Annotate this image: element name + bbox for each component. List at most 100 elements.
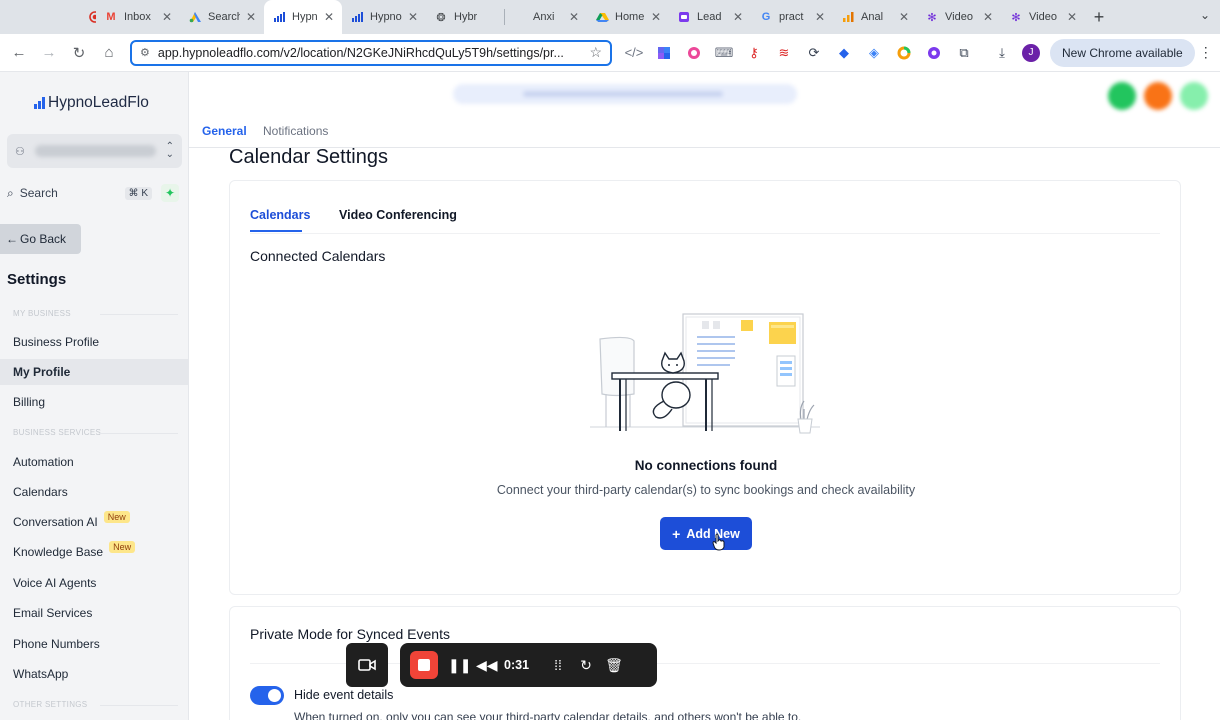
go-back-button[interactable]: ← Go Back [0, 224, 81, 254]
browser-tab-hypno-active[interactable]: Hypno ✕ [264, 0, 342, 34]
header-avatars [1108, 82, 1208, 110]
sidebar-item-automation[interactable]: Automation [0, 449, 189, 475]
close-icon[interactable]: ✕ [983, 10, 993, 24]
search-icon: ⌕ [7, 185, 14, 200]
close-icon[interactable]: ✕ [733, 10, 743, 24]
grid-dots-icon[interactable]: ⁞⁞ [549, 657, 567, 673]
browser-tab-inbox[interactable]: M Inbox ✕ [96, 0, 180, 34]
url-text: app.hypnoleadflo.com/v2/location/N2GKeJN… [157, 45, 564, 60]
sidebar-item-label: Phone Numbers [13, 637, 100, 651]
toggle-label: Hide event details [294, 688, 394, 702]
keyboard-extension-icon[interactable]: ⌨ [714, 43, 734, 63]
screen: M Inbox ✕ Search ✕ Hypno ✕ Hypno ✕ ❂ Hyb… [0, 0, 1220, 720]
sidebar-item-business-profile[interactable]: Business Profile [0, 329, 189, 355]
new-tab-button[interactable]: + [1085, 7, 1113, 28]
layers-extension-icon[interactable]: ≋ [774, 43, 794, 63]
browser-tab-search[interactable]: Search ✕ [180, 0, 264, 34]
browser-tab-anxi[interactable]: Anxi ✕ [505, 0, 587, 34]
home-icon[interactable]: ⌂ [94, 44, 124, 61]
close-icon[interactable]: ✕ [651, 10, 661, 24]
google-drive-icon [595, 10, 609, 24]
sidebar-item-whatsapp[interactable]: WhatsApp [0, 661, 189, 687]
header-avatar[interactable] [1180, 82, 1208, 110]
gear-flower-icon: ✻ [927, 11, 937, 24]
browser-tab-hybr[interactable]: ❂ Hybr [426, 0, 504, 34]
color-extension-icon[interactable] [654, 43, 674, 63]
ticket-extension-icon[interactable]: ◈ [864, 43, 884, 63]
circle-extension-icon[interactable] [924, 43, 944, 63]
search-label: Search [19, 186, 58, 200]
browser-tab-home[interactable]: Home ✕ [587, 0, 669, 34]
tabs-divider [250, 233, 1160, 234]
puzzle-extensions-icon[interactable]: ⧉ [954, 43, 974, 63]
sidebar-item-label: Knowledge Base [13, 545, 104, 559]
recorder-camera-button[interactable] [346, 643, 388, 687]
browser-tab-video-1[interactable]: ✻ Video ✕ [917, 0, 1001, 34]
tab-calendars[interactable]: Calendars [250, 208, 310, 222]
tab-video-conferencing[interactable]: Video Conferencing [339, 208, 457, 222]
close-icon[interactable]: ✕ [569, 10, 579, 24]
profile-avatar[interactable]: J [1022, 43, 1040, 62]
pause-icon[interactable]: ❚❚ [448, 657, 471, 674]
browser-tab-hypno[interactable]: Hypno ✕ [342, 0, 426, 34]
tab-label: Search [208, 11, 240, 23]
browser-tab-lead[interactable]: Lead ✕ [669, 0, 751, 34]
sidebar: HypnoLeadFlo ⚇ ⌃ ⌄ ⌕ Search ⌘ K ✦ ← Go Ba… [0, 72, 189, 720]
camera-extension-icon[interactable] [684, 43, 704, 63]
close-icon[interactable]: ✕ [899, 10, 909, 24]
tab-general[interactable]: General [202, 124, 247, 138]
download-icon[interactable]: ⤓ [992, 43, 1012, 63]
extension-icons: </> ⌨ ⚷ ≋ ⟳ ◆ ◈ ⧉ ⤓ J [624, 43, 1040, 63]
close-icon[interactable]: ✕ [408, 10, 418, 24]
logo-bars-icon [34, 97, 45, 109]
location-switcher[interactable]: ⚇ ⌃ ⌄ [7, 134, 182, 168]
tab-search-button[interactable]: ⌄ [1200, 8, 1210, 22]
sync-extension-icon[interactable]: ⟳ [804, 43, 824, 63]
close-icon[interactable]: ✕ [246, 10, 256, 24]
add-new-button[interactable]: + Add New [660, 517, 752, 550]
close-icon[interactable]: ✕ [815, 10, 825, 24]
header-avatar[interactable] [1108, 82, 1136, 110]
close-icon[interactable]: ✕ [324, 10, 334, 24]
tab-notifications[interactable]: Notifications [263, 124, 328, 138]
sidebar-item-my-profile[interactable]: My Profile [0, 359, 189, 385]
chrome-menu-icon[interactable]: ⋮ [1199, 44, 1213, 61]
site-info-icon[interactable]: ⚙ [140, 46, 150, 59]
location-name-blurred [34, 145, 156, 157]
bookmark-star-icon[interactable]: ☆ [589, 44, 602, 61]
browser-tab-anal[interactable]: Anal ✕ [833, 0, 917, 34]
sidebar-item-email-services[interactable]: Email Services [0, 600, 189, 626]
key-extension-icon[interactable]: ⚷ [744, 43, 764, 63]
sidebar-item-voice-ai-agents[interactable]: Voice AI Agents [0, 570, 189, 596]
browser-tab-record[interactable] [0, 0, 96, 34]
ring-extension-icon[interactable] [894, 43, 914, 63]
address-bar[interactable]: ⚙ app.hypnoleadflo.com/v2/location/N2GKe… [130, 39, 612, 66]
tag-extension-icon[interactable]: ◆ [834, 43, 854, 63]
restart-icon[interactable]: ↻ [577, 657, 595, 674]
browser-tab-video-2[interactable]: ✻ Video ✕ [1001, 0, 1085, 34]
back-arrow-icon[interactable]: ← [4, 44, 34, 61]
sidebar-item-phone-numbers[interactable]: Phone Numbers [0, 631, 189, 657]
reload-icon[interactable]: ↻ [64, 44, 94, 62]
forward-arrow-icon[interactable]: → [34, 44, 64, 61]
logo[interactable]: HypnoLeadFlo [34, 94, 149, 112]
sidebar-search[interactable]: ⌕ Search ⌘ K [7, 182, 152, 204]
sidebar-item-billing[interactable]: Billing [0, 389, 189, 415]
sidebar-item-calendars[interactable]: Calendars [0, 479, 189, 505]
code-extension-icon[interactable]: </> [624, 43, 644, 63]
rewind-icon[interactable]: ◀◀ [476, 657, 498, 674]
close-icon[interactable]: ✕ [162, 10, 172, 24]
new-chrome-available-button[interactable]: New Chrome available [1050, 38, 1195, 67]
hide-event-details-toggle[interactable] [250, 686, 284, 705]
sidebar-item-conversation-ai[interactable]: Conversation AI New [0, 509, 189, 535]
header-avatar[interactable] [1144, 82, 1172, 110]
sidebar-item-label: Voice AI Agents [13, 576, 97, 590]
section-label-other-settings: OTHER SETTINGS [13, 700, 88, 709]
stop-recording-button[interactable] [410, 651, 438, 679]
search-shortcut: ⌘ K [124, 186, 152, 200]
trash-icon[interactable]: 🗑 [605, 657, 623, 674]
close-icon[interactable]: ✕ [1067, 10, 1077, 24]
sparkle-icon[interactable]: ✦ [161, 184, 179, 202]
sidebar-item-knowledge-base[interactable]: Knowledge Base New [0, 539, 189, 565]
browser-tab-pract[interactable]: G pract ✕ [751, 0, 833, 34]
